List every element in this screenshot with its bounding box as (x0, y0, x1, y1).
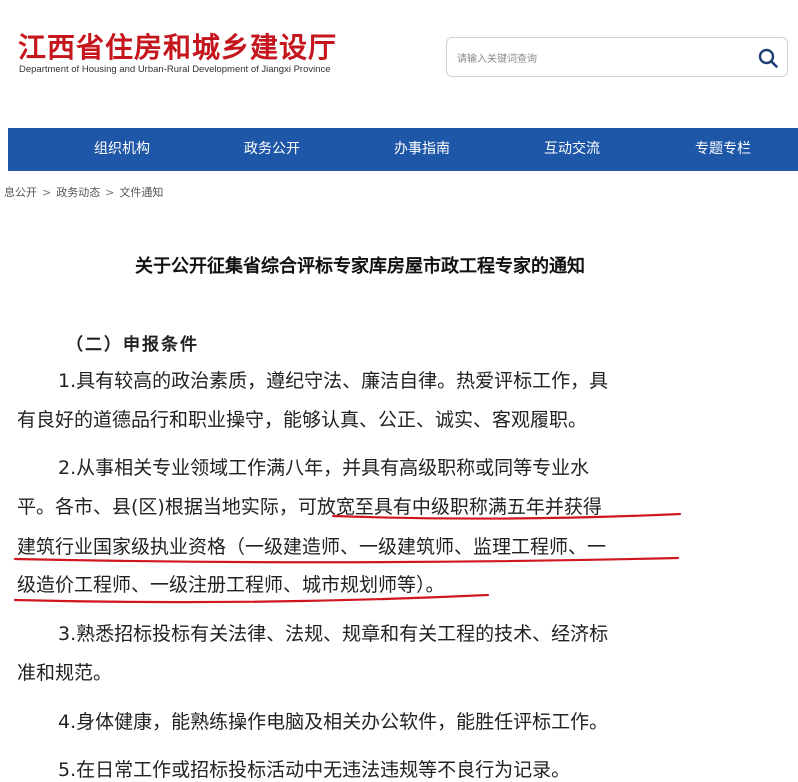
article-paragraph-line: 准和规范。 (17, 662, 113, 684)
search-icon[interactable] (757, 47, 779, 69)
search-input[interactable]: 请输入关键词查询 (446, 37, 788, 77)
search-placeholder: 请输入关键词查询 (457, 54, 537, 65)
article-paragraph-line: 有良好的道德品行和职业操守，能够认真、公正、诚实、客观履职。 (17, 409, 588, 431)
section-heading: （二）申报条件 (66, 335, 199, 355)
nav-item-service-guide[interactable]: 办事指南 (394, 128, 450, 171)
breadcrumb-item[interactable]: 息公开 (4, 186, 37, 199)
article-paragraph-line: 1.具有较高的政治素质，遵纪守法、廉洁自律。热爱评标工作，具 (58, 370, 609, 392)
main-nav: 组织机构 政务公开 办事指南 互动交流 专题专栏 (8, 128, 798, 171)
nav-item-government-affairs[interactable]: 政务公开 (244, 128, 300, 171)
nav-item-organization[interactable]: 组织机构 (94, 128, 150, 171)
site-title[interactable]: 江西省住房和城乡建设厅 (18, 26, 337, 66)
article-paragraph-line: 建筑行业国家级执业资格（一级建造师、一级建筑师、监理工程师、一 (17, 536, 607, 558)
breadcrumb-item[interactable]: 文件通知 (119, 186, 163, 199)
article-paragraph-line: 2.从事相关专业领域工作满八年，并具有高级职称或同等专业水 (58, 457, 590, 479)
nav-item-special-topics[interactable]: 专题专栏 (695, 128, 751, 171)
article-paragraph-line: 4.身体健康，能熟练操作电脑及相关办公软件，能胜任评标工作。 (58, 711, 609, 733)
site-subtitle: Department of Housing and Urban-Rural De… (19, 64, 331, 75)
breadcrumb: 息公开 > 政务动态 > 文件通知 (4, 184, 163, 200)
article-paragraph-line: 平。各市、县(区)根据当地实际，可放宽至具有中级职称满五年并获得 (17, 496, 602, 518)
breadcrumb-separator: > (42, 186, 52, 199)
article-paragraph-line: 5.在日常工作或招标投标活动中无违法违规等不良行为记录。 (58, 759, 571, 781)
article-paragraph-line: 3.熟悉招标投标有关法律、法规、规章和有关工程的技术、经济标 (58, 623, 609, 645)
article-paragraph-line: 级造价工程师、一级注册工程师、城市规划师等）。 (17, 574, 445, 596)
site-header: 江西省住房和城乡建设厅 Department of Housing and Ur… (0, 0, 798, 100)
breadcrumb-item[interactable]: 政务动态 (56, 186, 100, 199)
article-title: 关于公开征集省综合评标专家库房屋市政工程专家的通知 (135, 256, 585, 277)
nav-item-interaction[interactable]: 互动交流 (544, 128, 600, 171)
breadcrumb-separator: > (105, 186, 115, 199)
